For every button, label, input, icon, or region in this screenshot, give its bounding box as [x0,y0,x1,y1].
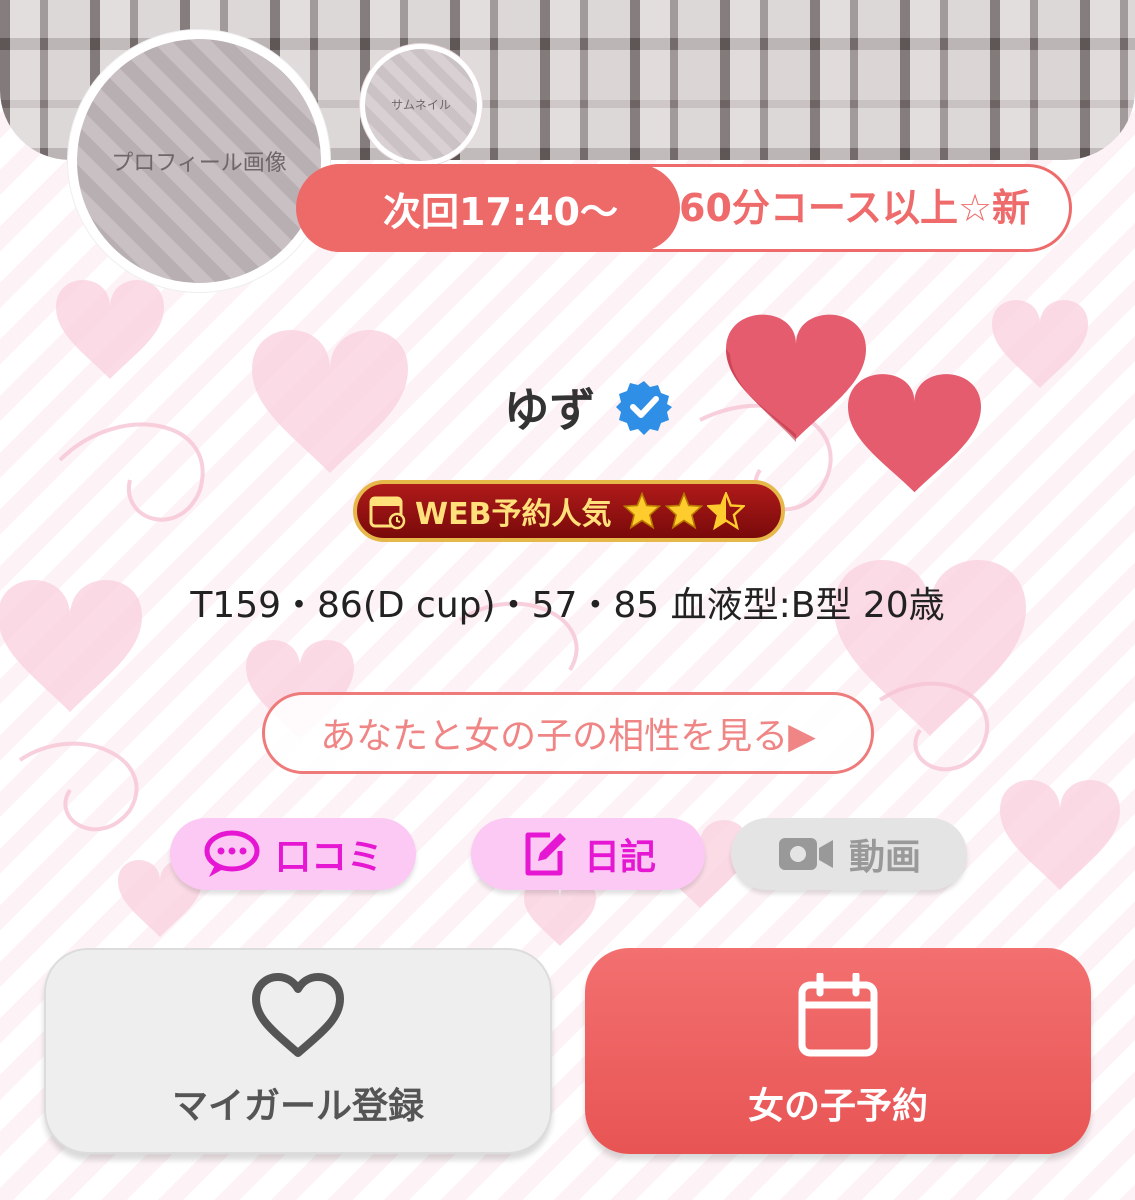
tab-video[interactable]: 動画 [731,818,967,890]
star-icon [623,492,662,530]
girl-name: ゆず [503,383,596,437]
next-available-badge: 次回17:40〜 [296,164,680,252]
chat-bubble-icon [204,830,260,877]
half-star-icon [707,492,746,530]
star-icon [665,492,704,530]
tab-video-label: 動画 [848,837,921,878]
calendar-icon [369,496,406,530]
popularity-label: WEB予約人気 [415,497,612,532]
tab-diary-label: 日記 [583,837,656,878]
reserve-label: 女の子予約 [747,1086,928,1127]
thumbnail-avatar[interactable]: サムネイル [360,44,482,166]
thumbnail-placeholder: サムネイル [365,49,477,161]
ticker-text: 60分コース以上☆新 [679,186,1031,230]
tab-reviews[interactable]: 口コミ [170,818,416,890]
popularity-stars [623,492,746,530]
my-girl-register-label: マイガール登録 [171,1086,424,1127]
calendar-icon [798,973,878,1057]
edit-note-icon [525,832,566,876]
avatar-placeholder: プロフィール画像 [77,39,321,283]
profile-avatar[interactable]: プロフィール画像 [68,30,330,292]
reserve-button[interactable]: 女の子予約 [585,948,1091,1154]
heart-outline-icon [252,973,344,1057]
video-camera-icon [778,838,833,870]
name-row: ゆず [0,372,1135,442]
my-girl-register-button[interactable]: マイガール登録 [44,948,552,1154]
compatibility-link[interactable]: あなたと女の子の相性を見る▶ [262,692,874,774]
tab-reviews-label: 口コミ [274,837,383,878]
verified-badge-icon [615,381,672,435]
profile-stats: T159・86(D cup)・57・85 血液型:B型 20歳 [190,585,945,626]
web-popularity-badge: WEB予約人気 [353,480,785,542]
tab-diary[interactable]: 日記 [471,818,705,890]
